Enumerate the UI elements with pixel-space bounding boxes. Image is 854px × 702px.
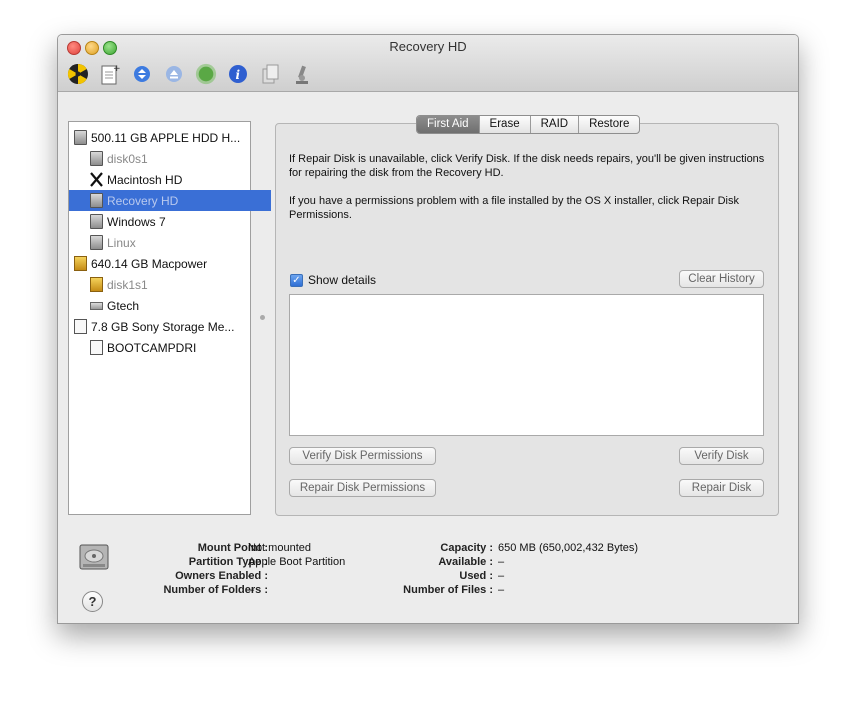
disk-list-item[interactable]: 640.14 GB Macpower [69, 253, 255, 274]
tab-first-aid[interactable]: First Aid [417, 116, 479, 133]
available-label: Available : [438, 556, 493, 568]
hdd-disk-icon [74, 130, 87, 145]
disk-list-item[interactable]: Macintosh HD [69, 169, 271, 190]
used-value: – [498, 570, 505, 582]
external-disk-icon [90, 277, 103, 292]
first-aid-info-1: If Repair Disk is unavailable, click Ver… [289, 153, 765, 179]
burn-icon[interactable] [67, 63, 89, 85]
disk-list-item[interactable]: 500.11 GB APPLE HDD H... [69, 127, 255, 148]
usb-disk-icon [74, 319, 87, 334]
number-of-files-value: – [498, 584, 505, 596]
number-of-files-label: Number of Files : [403, 584, 493, 596]
details-log[interactable] [289, 294, 764, 436]
disk-list-item[interactable]: disk1s1 [69, 274, 271, 295]
verify-disk-button[interactable]: Verify Disk [679, 447, 764, 465]
disk-list-item[interactable]: BOOTCAMPDRI [69, 337, 271, 358]
capacity-label: Capacity : [440, 542, 493, 554]
checkmark-icon: ✓ [290, 273, 303, 287]
disk-list-item-label: Recovery HD [107, 193, 179, 208]
disk-list-item[interactable]: disk0s1 [69, 148, 271, 169]
owners-enabled-value: – [248, 570, 255, 582]
used-label: Used : [459, 570, 493, 582]
show-details-label: Show details [308, 273, 377, 287]
hdd-disk-icon [90, 214, 103, 229]
disk-list-item-label: 500.11 GB APPLE HDD H... [91, 130, 241, 145]
disk-list-item[interactable]: Recovery HD [69, 190, 271, 211]
hdd-disk-icon [90, 235, 103, 250]
window-title: Recovery HD [389, 39, 467, 54]
disk-list-item[interactable]: Linux [69, 232, 271, 253]
capacity-value: 650 MB (650,002,432 Bytes) [498, 542, 639, 554]
network-disk-icon [90, 301, 103, 310]
mount-point-value: Not mounted [248, 542, 311, 554]
eject-icon[interactable] [163, 63, 185, 85]
clear-history-button[interactable]: Clear History [679, 270, 764, 288]
disk-list-item[interactable]: Gtech [69, 295, 271, 316]
hdd-disk-icon [90, 151, 103, 166]
disk-list-item-label: Windows 7 [107, 214, 166, 229]
repair-disk-permissions-button[interactable]: Repair Disk Permissions [289, 479, 436, 497]
enable-journaling-icon[interactable] [195, 63, 217, 85]
verify-disk-permissions-button[interactable]: Verify Disk Permissions [289, 447, 436, 465]
disk-utility-window: Recovery HD + i 500.11 GB APPLE HDD H...… [57, 34, 799, 624]
convert-icon[interactable] [259, 63, 281, 85]
repair-disk-button[interactable]: Repair Disk [679, 479, 764, 497]
partition-type-value: Apple Boot Partition [248, 556, 346, 568]
disk-list-item-label: 7.8 GB Sony Storage Me... [91, 319, 235, 334]
new-image-icon[interactable]: + [99, 63, 121, 85]
usb-disk-icon [90, 340, 103, 355]
tab-erase[interactable]: Erase [478, 116, 530, 133]
svg-text:i: i [236, 68, 241, 82]
log-icon[interactable] [291, 63, 313, 85]
disk-list-item-label: Linux [107, 235, 136, 250]
tab-restore[interactable]: Restore [578, 116, 639, 133]
svg-text:+: + [113, 64, 120, 74]
disk-list-item-label: disk1s1 [107, 277, 148, 292]
hdd-disk-icon [90, 193, 103, 208]
show-details-checkbox[interactable]: ✓ Show details [290, 273, 376, 287]
disk-list-item-label: BOOTCAMPDRI [107, 340, 197, 355]
first-aid-info-2: If you have a permissions problem with a… [289, 195, 739, 221]
disk-list-item-label: Macintosh HD [107, 172, 183, 187]
disk-list-item[interactable]: 7.8 GB Sony Storage Me... [69, 316, 255, 337]
disk-list-item[interactable]: Windows 7 [69, 211, 271, 232]
help-button[interactable]: ? [82, 591, 103, 612]
mount-icon[interactable] [131, 63, 153, 85]
disk-list-item-label: disk0s1 [107, 151, 148, 166]
disk-list-item-label: Gtech [107, 298, 140, 313]
split-view-handle[interactable] [260, 315, 265, 320]
number-of-folders-value: – [248, 584, 255, 596]
title-bar: Recovery HD + i [58, 35, 798, 92]
available-value: – [498, 556, 505, 568]
info-icon[interactable]: i [227, 63, 249, 85]
osx-disk-icon [90, 172, 103, 187]
tab-raid[interactable]: RAID [529, 116, 578, 133]
disk-large-icon [78, 542, 110, 575]
disk-list[interactable]: 500.11 GB APPLE HDD H... disk0s1 Macintosh… [68, 121, 271, 515]
disk-list-item-label: 640.14 GB Macpower [91, 256, 208, 271]
tab-bar: First Aid Erase RAID Restore [416, 115, 641, 134]
external-disk-icon [74, 256, 87, 271]
